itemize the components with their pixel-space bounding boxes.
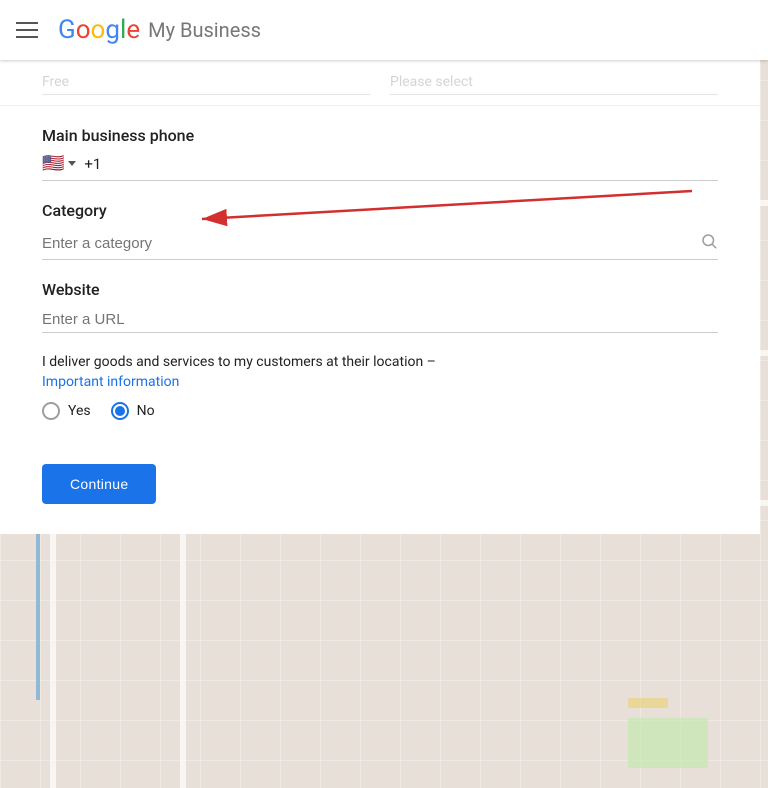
app-title: My Business: [148, 18, 261, 42]
radio-no-label: No: [137, 403, 155, 419]
flag-icon: 🇺🇸: [42, 153, 64, 174]
radio-yes-label: Yes: [68, 403, 91, 419]
menu-button[interactable]: [16, 22, 38, 38]
continue-button[interactable]: Continue: [42, 464, 156, 504]
header: Google My Business: [0, 0, 768, 60]
category-search-button[interactable]: [700, 232, 718, 255]
phone-country-code: +1: [84, 155, 101, 173]
dropdown-arrow-icon: [68, 161, 76, 166]
delivery-text: I deliver goods and services to my custo…: [42, 353, 718, 392]
phone-section: Main business phone 🇺🇸 +1: [42, 126, 718, 181]
website-input[interactable]: [42, 307, 718, 333]
phone-label: Main business phone: [42, 126, 718, 145]
delivery-section: I deliver goods and services to my custo…: [42, 353, 718, 420]
country-selector[interactable]: 🇺🇸: [42, 153, 76, 174]
top-field-2: Please select: [390, 70, 718, 95]
radio-no-option[interactable]: No: [111, 402, 155, 420]
website-section: Website: [42, 280, 718, 333]
top-fields-row: Free Please select: [0, 60, 760, 106]
important-info-link[interactable]: Important information: [42, 374, 179, 390]
radio-yes-option[interactable]: Yes: [42, 402, 91, 420]
main-panel: Free Please select Main business phone 🇺…: [0, 60, 760, 534]
radio-group: Yes No: [42, 402, 718, 420]
top-field-1: Free: [42, 70, 370, 95]
category-input-row: [42, 228, 718, 260]
google-logo: Google: [58, 15, 140, 45]
phone-row: 🇺🇸 +1: [42, 153, 718, 181]
website-label: Website: [42, 280, 718, 299]
radio-yes-circle: [42, 402, 60, 420]
category-label: Category: [42, 201, 718, 220]
radio-no-circle: [111, 402, 129, 420]
category-input[interactable]: [42, 235, 700, 252]
category-section: Category: [42, 201, 718, 260]
